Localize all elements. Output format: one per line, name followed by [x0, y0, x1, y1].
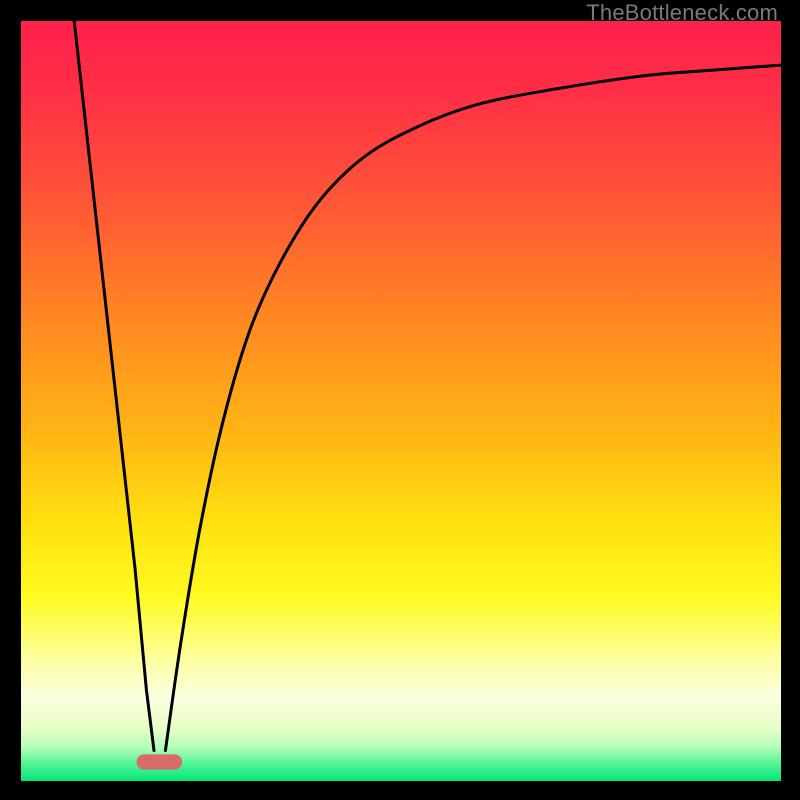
chart-frame [21, 21, 781, 781]
minimum-marker [137, 754, 183, 769]
bottleneck-chart [21, 21, 781, 781]
minimum-marker-pill [137, 754, 183, 769]
watermark-label: TheBottleneck.com [586, 0, 778, 26]
